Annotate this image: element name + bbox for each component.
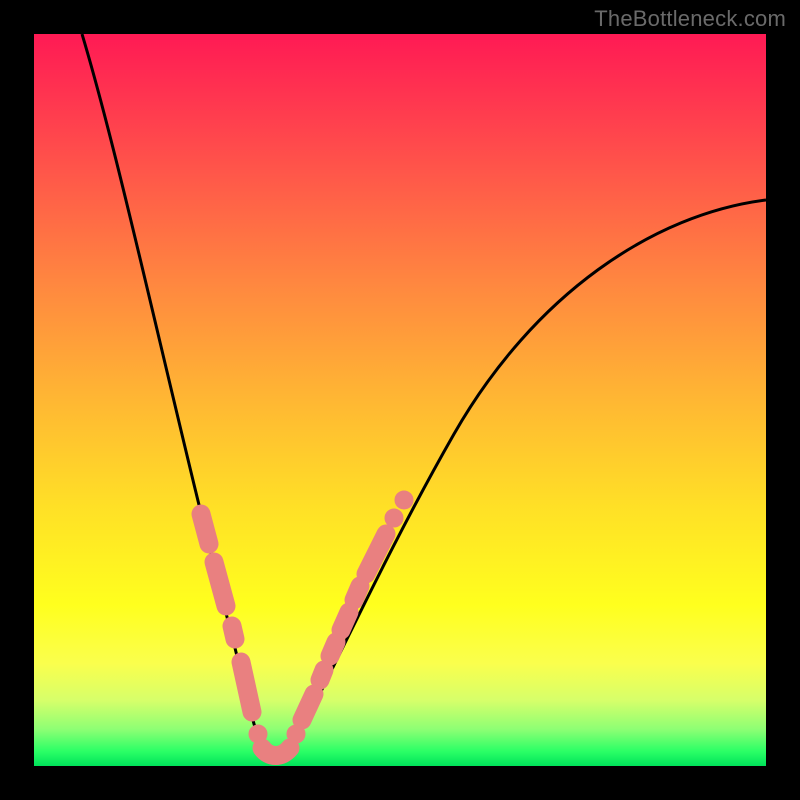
marker-seg-l2 <box>214 562 226 606</box>
chart-frame: TheBottleneck.com <box>0 0 800 800</box>
marker-seg-l4 <box>241 662 252 712</box>
marker-seg-r2 <box>302 694 314 720</box>
plot-area <box>34 34 766 766</box>
curve-svg <box>34 34 766 766</box>
watermark: TheBottleneck.com <box>594 6 786 32</box>
marker-dot-r8 <box>385 509 403 527</box>
marker-seg-r6 <box>354 586 360 600</box>
bottleneck-curve <box>82 34 766 761</box>
marker-seg-r3 <box>320 670 324 680</box>
marker-seg-r4 <box>330 642 336 656</box>
marker-seg-r5 <box>341 612 349 630</box>
marker-seg-l3 <box>232 626 235 639</box>
marker-seg-l1 <box>201 514 209 544</box>
marker-seg-bottom <box>262 748 290 756</box>
marker-dot-r9 <box>395 491 413 509</box>
